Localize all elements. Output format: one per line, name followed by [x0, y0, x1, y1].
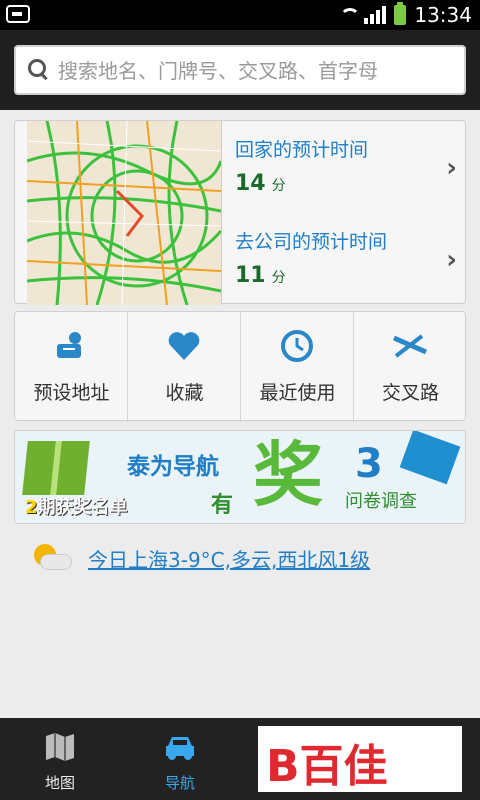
tab-map[interactable]: 地图: [0, 718, 120, 800]
wifi-icon: [338, 6, 361, 24]
quick-action-recent[interactable]: 最近使用: [241, 312, 354, 422]
banner-you: 有: [211, 493, 234, 518]
partly-cloudy-icon: [30, 544, 72, 572]
car-icon: [166, 737, 194, 760]
tab-label: 地图: [44, 774, 75, 792]
preset-address-icon: [57, 332, 81, 358]
home-eta-row[interactable]: 回家的预计时间 14 分 ›: [231, 121, 467, 213]
quick-action-preset-address[interactable]: 预设地址: [15, 312, 128, 422]
watermark-text: B百佳: [266, 741, 388, 792]
quick-actions: 预设地址 收藏 最近使用 交叉路: [14, 311, 467, 422]
tab-navigation[interactable]: 导航: [120, 718, 240, 800]
search-box[interactable]: [14, 45, 466, 95]
banner-winners: 2期获奖名单: [25, 493, 128, 519]
winners-count: 2: [25, 497, 38, 518]
home-eta-label: 回家的预计时间: [235, 139, 369, 161]
search-icon: [28, 59, 48, 81]
search-input[interactable]: [56, 55, 460, 87]
watermark-logo: B百佳: [258, 726, 462, 792]
commute-card: 回家的预计时间 14 分 › 去公司的预计时间 11 分 ›: [14, 120, 467, 305]
heart-icon: [168, 332, 200, 360]
clock-time: 13:34: [414, 3, 472, 27]
keyboard-icon: [6, 5, 30, 23]
ribbon-icon: [399, 431, 461, 485]
quick-action-label: 最近使用: [259, 382, 336, 404]
quick-action-label: 交叉路: [381, 382, 439, 404]
chevron-right-icon: ›: [446, 245, 457, 275]
map-icon: [46, 733, 74, 761]
work-eta-minutes: 11: [235, 263, 266, 288]
tab-label: 导航: [164, 774, 195, 792]
intersection-icon: [392, 334, 428, 358]
clock-icon: [281, 330, 313, 362]
banner-survey: 问卷调查: [345, 491, 417, 512]
work-eta-row[interactable]: 去公司的预计时间 11 分 ›: [231, 213, 467, 305]
traffic-map-thumbnail[interactable]: [27, 121, 222, 305]
gift-box-icon: [22, 441, 90, 495]
home-eta-minutes: 14: [235, 171, 266, 196]
banner-brand: 泰为导航: [127, 454, 219, 480]
banner-number: 3: [355, 441, 383, 487]
home-eta-unit: 分: [271, 178, 286, 194]
chevron-right-icon: ›: [446, 153, 457, 183]
quick-action-label: 预设地址: [33, 382, 110, 404]
status-bar: 13:34: [0, 0, 480, 30]
promo-banner[interactable]: 泰为导航 有 奖 3 问卷调查 2期获奖名单: [14, 430, 466, 524]
weather-text[interactable]: 今日上海3-9°C,多云,西北风1级: [88, 544, 370, 573]
work-eta-unit: 分: [271, 270, 286, 286]
header: [0, 30, 480, 110]
quick-action-favorites[interactable]: 收藏: [128, 312, 241, 422]
banner-prize: 奖: [253, 434, 323, 516]
winners-text: 期获奖名单: [37, 497, 128, 518]
weather-row[interactable]: 今日上海3-9°C,多云,西北风1级: [28, 540, 468, 580]
work-eta-value: 11 分: [235, 263, 286, 288]
status-right: 13:34: [338, 2, 472, 27]
battery-icon: [394, 2, 407, 25]
home-eta-value: 14 分: [235, 171, 286, 196]
work-eta-label: 去公司的预计时间: [235, 231, 388, 253]
quick-action-label: 收藏: [165, 382, 204, 404]
quick-action-intersection[interactable]: 交叉路: [354, 312, 467, 422]
signal-icon: [364, 6, 387, 24]
